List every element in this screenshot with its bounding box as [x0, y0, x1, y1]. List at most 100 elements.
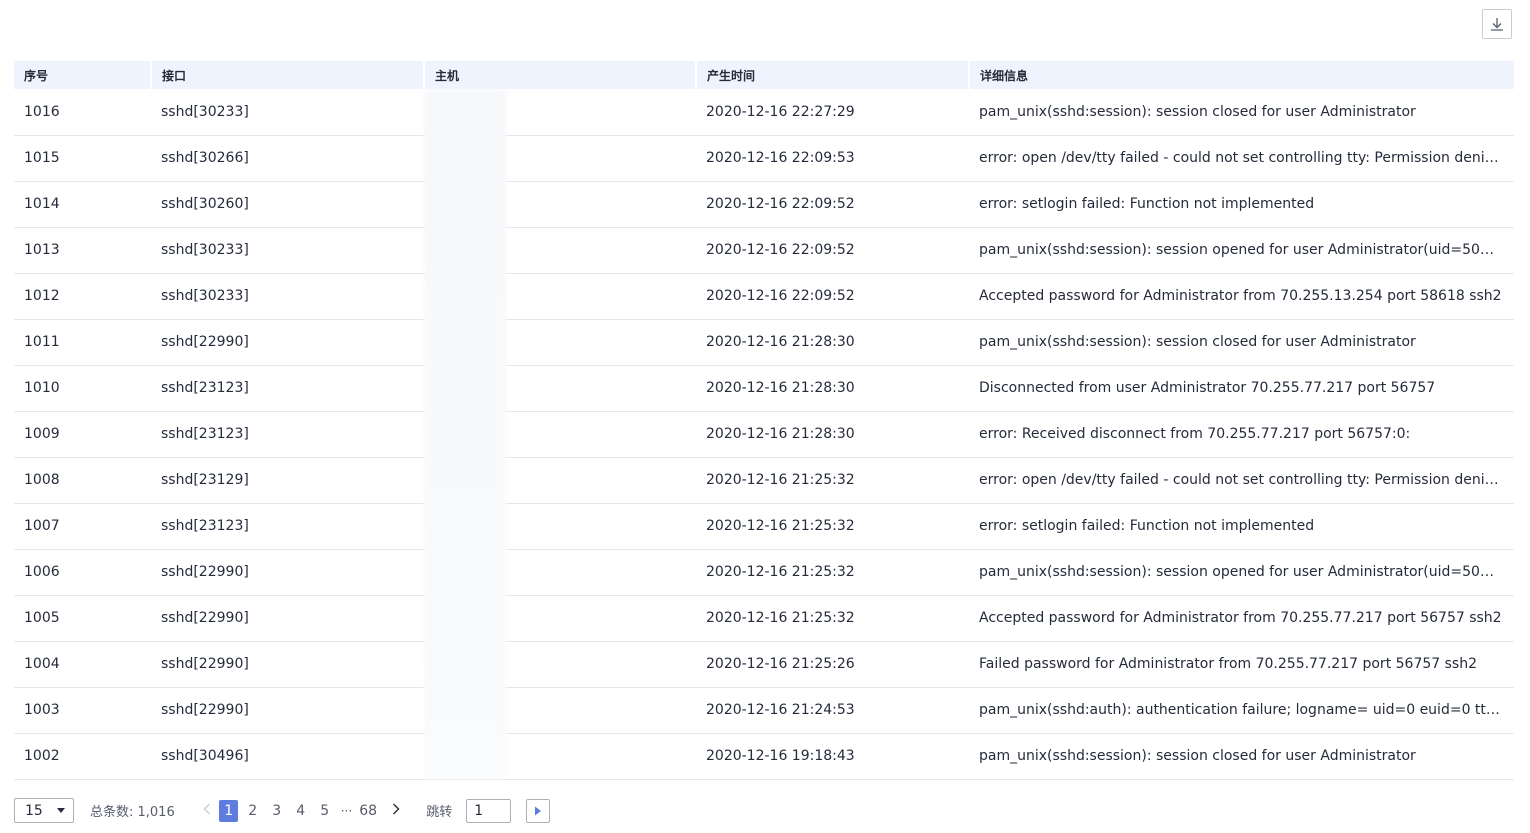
page-button-last[interactable]: 68 — [359, 800, 378, 822]
page-button-3[interactable]: 3 — [267, 800, 286, 822]
page-button-5[interactable]: 5 — [315, 800, 334, 822]
cell-time: 2020-12-16 21:28:30 — [706, 380, 855, 396]
cell-detail: error: open /dev/tty failed - could not … — [979, 472, 1503, 488]
cell-host — [424, 641, 696, 687]
cell-id: 1007 — [24, 518, 60, 534]
column-header-time: 产生时间 — [696, 61, 970, 89]
table-row: 1007 sshd[23123] 2020-12-16 21:25:32 error:… — [14, 503, 1514, 549]
cell-id: 1002 — [24, 748, 60, 764]
total-count: 总条数: 1,016 — [90, 805, 175, 820]
table-row: 1010 sshd[23123] 2020-12-16 21:28:30 Discon… — [14, 365, 1514, 411]
table-row: 1008 sshd[23129] 2020-12-16 21:25:32 error:… — [14, 457, 1514, 503]
jump-page-input[interactable] — [466, 798, 512, 823]
cell-host — [424, 411, 696, 457]
cell-detail: Disconnected from user Administrator 70.… — [979, 380, 1436, 396]
cell-host — [424, 457, 696, 503]
cell-interface: sshd[22990] — [161, 610, 249, 626]
cell-interface: sshd[22990] — [161, 564, 249, 580]
cell-host — [424, 135, 696, 181]
page-size-select[interactable]: 15 — [14, 798, 74, 823]
cell-host — [424, 89, 696, 135]
cell-host — [424, 549, 696, 595]
table-row: 1004 sshd[22990] 2020-12-16 21:25:26 Failed… — [14, 641, 1514, 687]
cell-interface: sshd[22990] — [161, 334, 249, 350]
cell-interface: sshd[30260] — [161, 196, 249, 212]
cell-id: 1003 — [24, 702, 60, 718]
cell-time: 2020-12-16 21:25:26 — [706, 656, 855, 672]
page-ellipsis[interactable]: ··· — [341, 804, 352, 818]
cell-detail: Accepted password for Administrator from… — [979, 610, 1502, 626]
table-row: 1015 sshd[30266] 2020-12-16 22:09:53 error:… — [14, 135, 1514, 181]
cell-id: 1006 — [24, 564, 60, 580]
column-header-host: 主机 — [424, 61, 697, 89]
cell-time: 2020-12-16 21:25:32 — [706, 518, 855, 534]
cell-detail: pam_unix(sshd:session): session opened f… — [979, 564, 1514, 580]
page-button-4[interactable]: 4 — [291, 800, 310, 822]
cell-host — [424, 319, 696, 365]
prev-page-button[interactable] — [197, 803, 217, 819]
cell-detail: pam_unix(sshd:session): session closed f… — [979, 103, 1416, 120]
caret-down-icon — [57, 808, 65, 813]
jump-label: 跳转 — [426, 805, 453, 820]
cell-interface: sshd[30496] — [161, 748, 249, 764]
table-row: 1013 sshd[30233] 2020-12-16 22:09:52 pam_un… — [14, 227, 1514, 273]
cell-detail: Failed password for Administrator from 7… — [979, 656, 1477, 672]
cell-detail: pam_unix(sshd:session): session closed f… — [979, 748, 1416, 764]
table-row: 1014 sshd[30260] 2020-12-16 22:09:52 error:… — [14, 181, 1514, 227]
page-button-2[interactable]: 2 — [243, 800, 262, 822]
column-header-detail: 详细信息 — [980, 68, 1029, 83]
column-header-interface: 接口 — [151, 61, 425, 89]
cell-interface: sshd[30233] — [161, 103, 249, 120]
cell-id: 1015 — [24, 150, 60, 166]
cell-id: 1011 — [24, 334, 60, 350]
cell-interface: sshd[22990] — [161, 702, 249, 718]
cell-detail: pam_unix(sshd:session): session closed f… — [979, 334, 1416, 350]
download-button[interactable] — [1482, 9, 1512, 39]
page-button-1[interactable]: 1 — [219, 799, 239, 822]
cell-detail: Accepted password for Administrator from… — [979, 288, 1502, 304]
page-size-value: 15 — [25, 802, 43, 819]
cell-id: 1010 — [24, 380, 60, 396]
cell-host — [424, 503, 696, 549]
table-row: 1016 sshd[30233] 2020-12-16 22:27:29 pam_un… — [14, 89, 1514, 135]
pagination: 15 总条数: 1,016 1 2 3 4 5 ··· 68 跳转 — [14, 798, 551, 823]
cell-time: 2020-12-16 21:28:30 — [706, 334, 855, 350]
log-table-container: 序号 接口 主机 产生时间 详细信息 1016 sshd[30233] 2020-1… — [14, 61, 1514, 780]
cell-host — [424, 687, 696, 733]
table-row: 1009 sshd[23123] 2020-12-16 21:28:30 error:… — [14, 411, 1514, 457]
cell-host — [424, 733, 696, 779]
cell-interface: sshd[23123] — [161, 380, 249, 396]
cell-time: 2020-12-16 21:25:32 — [706, 610, 855, 626]
cell-host — [424, 273, 696, 319]
cell-host — [424, 227, 696, 273]
cell-detail: pam_unix(sshd:session): session opened f… — [979, 242, 1514, 258]
cell-id: 1004 — [24, 656, 60, 672]
cell-time: 2020-12-16 21:24:53 — [706, 702, 855, 718]
cell-detail: error: setlogin failed: Function not imp… — [979, 196, 1315, 212]
table-row: 1012 sshd[30233] 2020-12-16 22:09:52 Accept… — [14, 273, 1514, 319]
cell-time: 2020-12-16 22:09:52 — [706, 196, 855, 212]
next-page-button[interactable] — [386, 803, 406, 819]
cell-time: 2020-12-16 19:18:43 — [706, 748, 855, 764]
cell-interface: sshd[23123] — [161, 518, 249, 534]
cell-time: 2020-12-16 21:28:30 — [706, 426, 855, 442]
cell-id: 1016 — [24, 103, 60, 120]
cell-id: 1008 — [24, 472, 60, 488]
cell-time: 2020-12-16 21:25:32 — [706, 564, 855, 580]
table-body: 1016 sshd[30233] 2020-12-16 22:27:29 pam_un… — [14, 89, 1514, 779]
cell-interface: sshd[22990] — [161, 656, 249, 672]
jump-go-button[interactable] — [526, 798, 551, 823]
table-row: 1011 sshd[22990] 2020-12-16 21:28:30 pam_un… — [14, 319, 1514, 365]
cell-detail: error: setlogin failed: Function not imp… — [979, 518, 1315, 534]
cell-detail: pam_unix(sshd:auth): authentication fail… — [979, 702, 1514, 718]
play-icon — [535, 806, 542, 815]
chevron-left-icon — [203, 803, 210, 814]
cell-id: 1012 — [24, 288, 60, 304]
table-header: 序号 接口 主机 产生时间 详细信息 — [14, 61, 1514, 89]
cell-interface: sshd[30233] — [161, 288, 249, 304]
cell-interface: sshd[30233] — [161, 242, 249, 258]
chevron-right-icon — [393, 803, 400, 814]
cell-interface: sshd[23123] — [161, 426, 249, 442]
cell-host — [424, 181, 696, 227]
log-table: 序号 接口 主机 产生时间 详细信息 1016 sshd[30233] 2020-1… — [14, 61, 1514, 780]
